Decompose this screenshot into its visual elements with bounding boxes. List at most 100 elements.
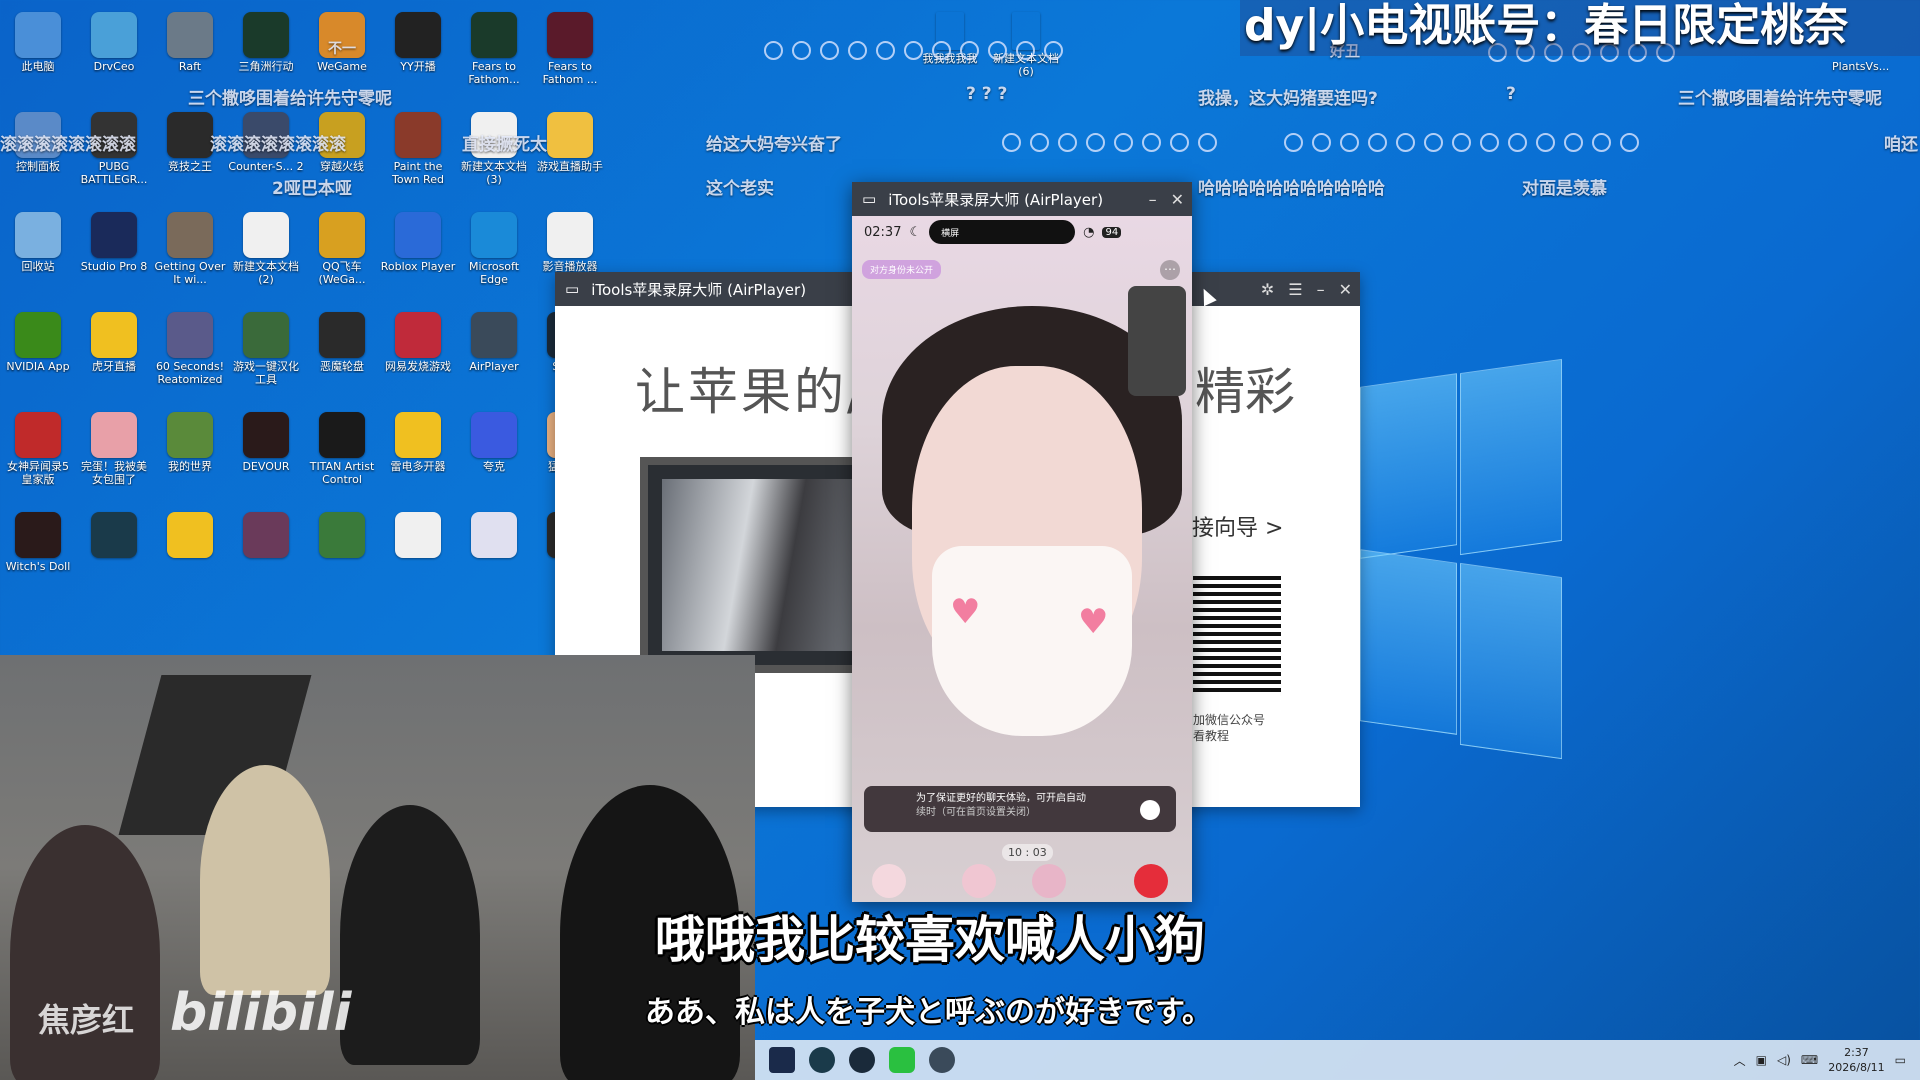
- danmaku-comment: ?: [1506, 84, 1516, 104]
- desktop-icon[interactable]: TITAN Artist Control: [304, 408, 380, 486]
- slogan-right: 精彩: [1195, 363, 1295, 421]
- desktop-icon-label: 回收站: [21, 260, 55, 273]
- desktop-icon[interactable]: Fears to Fathom...: [456, 8, 532, 86]
- desktop-icon-label: 控制面板: [16, 160, 60, 173]
- desktop-icon[interactable]: 游戏一键汉化工具: [228, 308, 304, 386]
- app-icon: [243, 412, 289, 458]
- more-icon[interactable]: ⋯: [1160, 260, 1180, 280]
- desktop-icon-label: Fears to Fathom ...: [542, 60, 598, 86]
- desktop-icon[interactable]: 回收站: [0, 208, 76, 273]
- emoji-icon: [1564, 132, 1583, 152]
- desktop-icon-label: 恶魔轮盘: [320, 360, 364, 373]
- desktop-icon-label: Roblox Player: [380, 260, 456, 273]
- desktop-icon[interactable]: NVIDIA App: [0, 308, 76, 373]
- airplayer-icon[interactable]: [929, 1047, 955, 1073]
- desktop-icon[interactable]: [304, 508, 380, 560]
- volume-icon[interactable]: ◁): [1777, 1053, 1791, 1067]
- wifi-icon: ◔: [1083, 224, 1095, 240]
- desktop-icon[interactable]: QQ飞车 (WeGa...: [304, 208, 380, 286]
- desktop-file-label[interactable]: PlantsVs...: [1832, 60, 1889, 73]
- desktop-icon[interactable]: 新建文本文档 (2): [228, 208, 304, 286]
- desktop-icon[interactable]: Getting Over It wi...: [152, 208, 228, 286]
- desktop-icon[interactable]: 60 Seconds! Reatomized: [152, 308, 228, 386]
- steam-icon[interactable]: [849, 1047, 875, 1073]
- desktop-icon[interactable]: Witch's Doll: [0, 508, 76, 573]
- wechat-icon[interactable]: [889, 1047, 915, 1073]
- input-method-icon[interactable]: ⌨: [1801, 1053, 1818, 1067]
- desktop-icon[interactable]: [76, 508, 152, 560]
- airplay-icon: ▭: [565, 280, 580, 298]
- system-tray: ︿ ▣ ◁) ⌨ 2:37 2026/8/11 ▭: [1734, 1040, 1906, 1080]
- desktop-icon[interactable]: Raft: [152, 8, 228, 73]
- minimize-icon[interactable]: –: [1149, 190, 1157, 209]
- desktop-icon[interactable]: [152, 508, 228, 560]
- face-mask-sticker: ♥ ♥: [932, 546, 1132, 736]
- desktop-icon[interactable]: 恶魔轮盘: [304, 308, 380, 373]
- desktop-icon[interactable]: 三角洲行动: [228, 8, 304, 73]
- desktop-icon[interactable]: [380, 508, 456, 560]
- desktop-icon[interactable]: DEVOUR: [228, 408, 304, 473]
- desktop-icon[interactable]: 夸克: [456, 408, 532, 473]
- desktop-icon[interactable]: AirPlayer: [456, 308, 532, 373]
- app-icon: [243, 212, 289, 258]
- clock[interactable]: 2:37 2026/8/11: [1828, 1045, 1884, 1075]
- desktop-icon[interactable]: 雷电多开器: [380, 408, 456, 473]
- desktop-icon[interactable]: YY开播: [380, 8, 456, 73]
- desktop-icon[interactable]: Microsoft Edge: [456, 208, 532, 286]
- desktop-icon[interactable]: 影音播放器: [532, 208, 608, 273]
- danmaku-comment: ? ? ?: [966, 84, 1008, 104]
- privacy-tag[interactable]: 对方身份未公开: [862, 260, 942, 279]
- app-icon: [395, 312, 441, 358]
- auto-renew-toggle[interactable]: [1140, 800, 1160, 820]
- desktop-icon[interactable]: [456, 508, 532, 560]
- app-icon: [547, 212, 593, 258]
- gift-button[interactable]: [1032, 864, 1066, 898]
- taskbar-app-icon[interactable]: [809, 1047, 835, 1073]
- desktop-icon[interactable]: Roblox Player: [380, 208, 456, 273]
- hang-up-button[interactable]: [1134, 864, 1168, 898]
- connection-guide-link[interactable]: 接向导 >: [1192, 510, 1283, 542]
- phone-time: 02:37: [864, 224, 902, 240]
- desktop-icon-label: 此电脑: [21, 60, 55, 73]
- avatar[interactable]: [872, 864, 906, 898]
- desktop-icon[interactable]: Paint the Town Red: [380, 108, 456, 186]
- desktop-icon[interactable]: Fears to Fathom ...: [532, 8, 608, 86]
- window-controls: – ✕: [1149, 182, 1184, 216]
- desktop-icon-label: 我的世界: [168, 460, 212, 473]
- desktop-icon[interactable]: Studio Pro 8: [76, 208, 152, 273]
- desktop-icon[interactable]: DrvCeo: [76, 8, 152, 73]
- emoji-icon: [792, 40, 811, 60]
- gear-icon[interactable]: ✲: [1261, 280, 1274, 299]
- app-icon: [91, 412, 137, 458]
- desktop-icon-label: 网易发烧游戏: [385, 360, 451, 373]
- phone-mirror-window[interactable]: ▭ iTools苹果录屏大师 (AirPlayer) – ✕ 02:37 ☾ 横…: [852, 182, 1192, 902]
- network-icon[interactable]: ▣: [1756, 1053, 1767, 1067]
- desktop-icon[interactable]: [228, 508, 304, 560]
- desktop-icon-label: Raft: [178, 60, 202, 73]
- minimize-icon[interactable]: –: [1317, 280, 1325, 299]
- pill-label: 横屏: [941, 228, 960, 239]
- desktop-icon[interactable]: 虎牙直播: [76, 308, 152, 373]
- menu-icon[interactable]: ☰: [1288, 280, 1302, 299]
- phone-status-bar: 02:37 ☾ 横屏 ◔ 94: [852, 216, 1192, 248]
- window-titlebar[interactable]: ▭ iTools苹果录屏大师 (AirPlayer) – ✕: [852, 182, 1192, 216]
- chevron-up-icon[interactable]: ︿: [1734, 1052, 1746, 1069]
- taskbar-app-icon[interactable]: [769, 1047, 795, 1073]
- streamer-watermark: 焦彦红: [38, 1001, 135, 1039]
- gift-button[interactable]: [962, 864, 996, 898]
- desktop-icon[interactable]: 网易发烧游戏: [380, 308, 456, 373]
- app-icon: [471, 12, 517, 58]
- picture-in-picture-video[interactable]: [1128, 286, 1186, 396]
- desktop-icon[interactable]: 完蛋！我被美女包围了: [76, 408, 152, 486]
- desktop-icon[interactable]: 我的世界: [152, 408, 228, 473]
- phone-screen: 02:37 ☾ 横屏 ◔ 94 对方身份未公开 ⋯ ♥ ♥ 为了保证更好的聊天体…: [852, 216, 1192, 902]
- desktop-icon[interactable]: 女神异闻录5 皇家版: [0, 408, 76, 486]
- dynamic-island: 横屏: [929, 220, 1076, 244]
- qr-caption: 加微信公众号 看教程: [1193, 712, 1265, 744]
- desktop-icon-label: NVIDIA App: [6, 360, 70, 373]
- notification-icon[interactable]: ▭: [1895, 1053, 1906, 1067]
- desktop-icon[interactable]: 此电脑: [0, 8, 76, 73]
- close-icon[interactable]: ✕: [1171, 190, 1184, 209]
- close-icon[interactable]: ✕: [1339, 280, 1352, 299]
- heart-icon: ♥: [1078, 602, 1109, 642]
